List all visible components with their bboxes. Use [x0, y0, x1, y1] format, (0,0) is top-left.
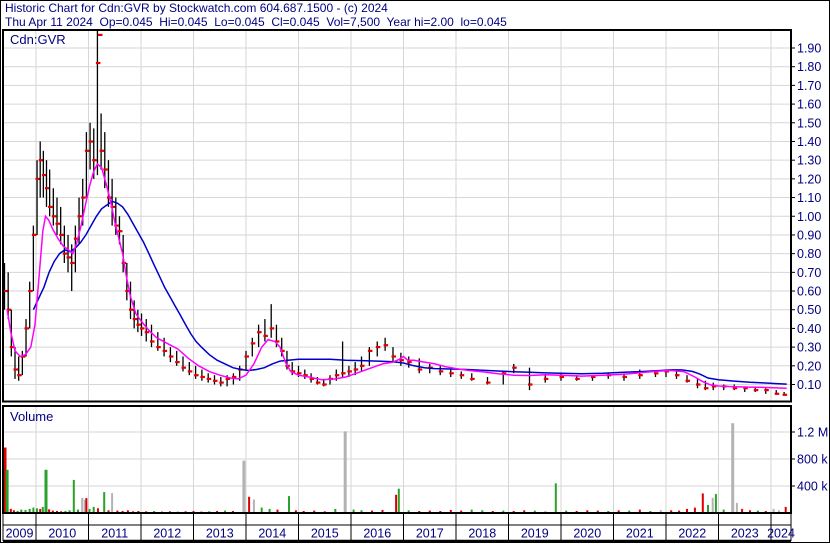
svg-text:1.2 M: 1.2 M	[797, 426, 828, 440]
svg-text:2015: 2015	[311, 527, 339, 541]
price-volume-chart: 1.90 1.80 1.70 1.60 1.50 1.40 1.30 1.20 1.10 1.00…	[1, 1, 830, 544]
svg-text:2021: 2021	[626, 527, 654, 541]
svg-text:2014: 2014	[258, 527, 286, 541]
svg-text:2024: 2024	[767, 527, 795, 541]
svg-text:1.60: 1.60	[797, 98, 821, 112]
svg-text:2013: 2013	[206, 527, 234, 541]
svg-text:0.20: 0.20	[797, 359, 821, 373]
svg-text:2011: 2011	[101, 527, 128, 541]
svg-text:2022: 2022	[678, 527, 706, 541]
svg-text:0.10: 0.10	[797, 378, 821, 392]
svg-text:0.40: 0.40	[797, 322, 821, 336]
svg-text:2020: 2020	[573, 527, 601, 541]
svg-text:0.90: 0.90	[797, 228, 821, 242]
svg-text:1.90: 1.90	[797, 42, 821, 56]
svg-text:0.60: 0.60	[797, 285, 821, 299]
svg-text:800 k: 800 k	[797, 453, 828, 467]
symbol-label: Cdn:GVR	[10, 32, 66, 47]
svg-text:2012: 2012	[153, 527, 181, 541]
svg-text:1.40: 1.40	[797, 135, 821, 149]
svg-text:2010: 2010	[48, 527, 76, 541]
svg-text:1.10: 1.10	[797, 191, 821, 205]
svg-text:1.50: 1.50	[797, 116, 821, 130]
svg-text:0.50: 0.50	[797, 303, 821, 317]
chart-frame: Historic Chart for Cdn:GVR by Stockwatch…	[0, 0, 830, 543]
svg-text:0.30: 0.30	[797, 341, 821, 355]
svg-text:400 k: 400 k	[797, 480, 828, 494]
svg-text:2023: 2023	[731, 527, 759, 541]
svg-text:1.00: 1.00	[797, 210, 821, 224]
svg-text:2018: 2018	[468, 527, 496, 541]
svg-text:1.80: 1.80	[797, 60, 821, 74]
svg-text:0.80: 0.80	[797, 247, 821, 261]
svg-text:1.30: 1.30	[797, 154, 821, 168]
svg-text:2017: 2017	[416, 527, 444, 541]
svg-text:0.70: 0.70	[797, 266, 821, 280]
svg-text:1.20: 1.20	[797, 172, 821, 186]
svg-text:2016: 2016	[363, 527, 391, 541]
svg-text:1.70: 1.70	[797, 79, 821, 93]
svg-text:2009: 2009	[6, 527, 34, 541]
volume-panel-label: Volume	[10, 409, 53, 424]
svg-text:2019: 2019	[521, 527, 549, 541]
